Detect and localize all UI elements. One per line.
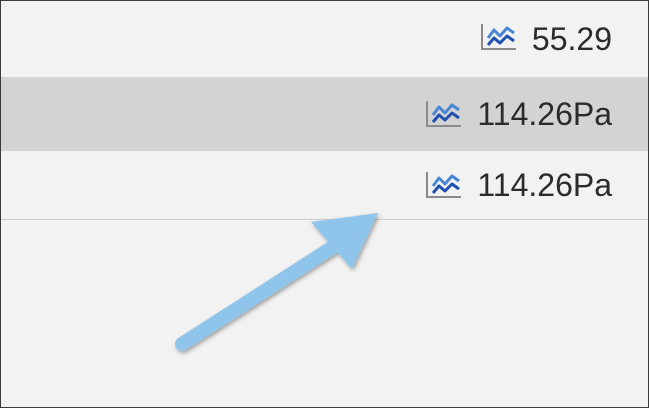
list-item[interactable]: 55.29 <box>1 1 648 77</box>
list-item-selected[interactable]: 114.26Pa <box>1 77 648 151</box>
reading-value: 114.26Pa <box>477 167 612 203</box>
reading-value: 55.29 <box>531 21 612 57</box>
trend-chart-icon[interactable] <box>480 22 518 52</box>
reading-value: 114.26Pa <box>477 96 612 132</box>
list-item[interactable]: 114.26Pa <box>1 151 648 220</box>
trend-chart-icon[interactable] <box>425 99 463 129</box>
trend-chart-icon[interactable] <box>425 170 463 200</box>
value-list-panel: 55.29 114.26Pa 114.26Pa <box>0 0 649 408</box>
